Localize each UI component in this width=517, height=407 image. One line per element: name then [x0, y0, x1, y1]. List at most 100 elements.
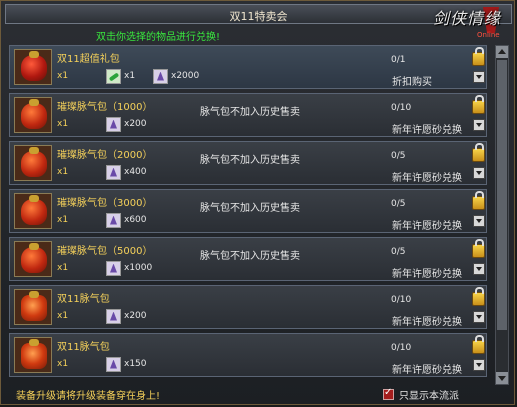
item-note: 脉气包不加入历史售卖	[200, 155, 300, 166]
lock-icon[interactable]	[472, 191, 485, 210]
chevron-down-icon[interactable]	[473, 119, 485, 131]
item-row[interactable]: 璀璨脉气包（2000） x1 脉气包不加入历史售卖 0/5 新年许愿砂兑换 x400	[9, 141, 487, 185]
chevron-down-icon[interactable]	[473, 311, 485, 323]
item-list: 双11超值礼包 x1 0/1 折扣购买 x1 x2000 璀璨脉气包（1000） x1 脉气包不…	[9, 45, 489, 385]
item-row[interactable]: 双11脉气包 x1 0/10 新年许愿砂兑换 x200	[9, 285, 487, 329]
game-logo: 剑侠情缘 Online	[421, 1, 513, 47]
item-qty: x1	[57, 359, 69, 369]
pouch-icon	[21, 195, 47, 225]
cost-item: x2000	[153, 68, 199, 84]
item-name: 璀璨脉气包（2000）	[57, 150, 153, 161]
lock-icon[interactable]	[472, 47, 485, 66]
lock-icon[interactable]	[472, 239, 485, 258]
purchase-limit: 0/10	[391, 295, 412, 305]
cost-item: x200	[106, 116, 147, 132]
item-qty: x1	[57, 311, 69, 321]
scroll-down-button[interactable]	[496, 372, 508, 384]
cost-item: x200	[106, 308, 147, 324]
cost-value: x1	[124, 71, 136, 81]
exchange-hint: 双击你选择的物品进行兑换!	[96, 32, 221, 43]
scroll-up-button[interactable]	[496, 46, 508, 58]
lock-icon[interactable]	[472, 143, 485, 162]
chevron-down-icon[interactable]	[473, 71, 485, 83]
school-filter[interactable]: 只显示本流派	[383, 387, 459, 402]
pouch-icon	[21, 147, 47, 177]
item-note: 脉气包不加入历史售卖	[200, 107, 300, 118]
chevron-down-icon[interactable]	[473, 263, 485, 275]
item-row[interactable]: 璀璨脉气包（1000） x1 脉气包不加入历史售卖 0/10 新年许愿砂兑换 x200	[9, 93, 487, 137]
item-icon-frame[interactable]	[14, 145, 52, 181]
exchange-action[interactable]: 新年许愿砂兑换	[392, 313, 462, 328]
item-row[interactable]: 璀璨脉气包（5000） x1 脉气包不加入历史售卖 0/5 新年许愿砂兑换 x1000	[9, 237, 487, 281]
cost-value: x1000	[124, 263, 153, 273]
pouch-icon	[21, 339, 47, 369]
item-name: 双11脉气包	[57, 294, 110, 305]
pouch-icon	[21, 243, 47, 273]
item-icon-frame[interactable]	[14, 97, 52, 133]
special-sale-window: 双11特卖会 剑侠情缘 Online 双击你选择的物品进行兑换! 双11超值礼包…	[0, 0, 515, 405]
item-icon-frame[interactable]	[14, 337, 52, 373]
lock-icon[interactable]	[472, 287, 485, 306]
cost-item: x1	[106, 68, 135, 84]
lock-icon[interactable]	[472, 95, 485, 114]
filter-checkbox[interactable]	[383, 387, 394, 400]
cost-value: x200	[124, 119, 147, 129]
chevron-down-icon[interactable]	[473, 215, 485, 227]
item-row[interactable]: 双11脉气包 x1 0/10 新年许愿砂兑换 x150	[9, 333, 487, 377]
cost-item: x150	[106, 356, 147, 372]
logo-text: 剑侠情缘	[432, 9, 501, 28]
cost-value: x150	[124, 359, 147, 369]
item-qty: x1	[57, 119, 69, 129]
logo-subtitle: Online	[477, 31, 500, 39]
item-name: 璀璨脉气包（1000）	[57, 102, 153, 113]
purchase-limit: 0/10	[391, 103, 412, 113]
item-note: 脉气包不加入历史售卖	[200, 203, 300, 214]
item-icon-frame[interactable]	[14, 241, 52, 277]
chevron-down-icon[interactable]	[473, 167, 485, 179]
cost-value: x2000	[171, 71, 200, 81]
scrollbar[interactable]	[495, 45, 509, 385]
crystal-icon	[106, 260, 121, 276]
item-name: 双11脉气包	[57, 342, 110, 353]
crystal-icon	[106, 212, 121, 228]
chevron-down-icon[interactable]	[473, 359, 485, 371]
item-row[interactable]: 双11超值礼包 x1 0/1 折扣购买 x1 x2000	[9, 45, 487, 89]
exchange-action[interactable]: 新年许愿砂兑换	[392, 265, 462, 280]
purchase-limit: 0/5	[391, 199, 406, 209]
equip-upgrade-tip: 装备升级请将升级装备穿在身上!	[16, 391, 161, 402]
exchange-action[interactable]: 新年许愿砂兑换	[392, 217, 462, 232]
item-qty: x1	[57, 215, 69, 225]
pouch-icon	[21, 51, 47, 81]
crystal-icon	[153, 68, 168, 84]
exchange-action[interactable]: 折扣购买	[392, 73, 432, 88]
item-icon-frame[interactable]	[14, 193, 52, 229]
cost-item: x600	[106, 212, 147, 228]
purchase-limit: 0/5	[391, 247, 406, 257]
cost-value: x600	[124, 215, 147, 225]
pouch-icon	[21, 291, 47, 321]
item-name: 璀璨脉气包（5000）	[57, 246, 153, 257]
cost-item: x400	[106, 164, 147, 180]
pouch-icon	[21, 99, 47, 129]
item-row[interactable]: 璀璨脉气包（3000） x1 脉气包不加入历史售卖 0/5 新年许愿砂兑换 x600	[9, 189, 487, 233]
exchange-action[interactable]: 新年许愿砂兑换	[392, 121, 462, 136]
item-name: 璀璨脉气包（3000）	[57, 198, 153, 209]
cost-value: x400	[124, 167, 147, 177]
item-name: 双11超值礼包	[57, 54, 120, 65]
purchase-limit: 0/10	[391, 343, 412, 353]
crystal-icon	[106, 116, 121, 132]
exchange-action[interactable]: 新年许愿砂兑换	[392, 169, 462, 184]
item-icon-frame[interactable]	[14, 289, 52, 325]
crystal-icon	[106, 164, 121, 180]
item-icon-frame[interactable]	[14, 49, 52, 85]
lock-icon[interactable]	[472, 335, 485, 354]
crystal-icon	[106, 308, 121, 324]
item-qty: x1	[57, 263, 69, 273]
scroll-thumb[interactable]	[497, 60, 507, 330]
filter-label: 只显示本流派	[399, 391, 459, 402]
purchase-limit: 0/5	[391, 151, 406, 161]
item-qty: x1	[57, 167, 69, 177]
cost-value: x200	[124, 311, 147, 321]
exchange-action[interactable]: 新年许愿砂兑换	[392, 361, 462, 376]
item-qty: x1	[57, 71, 69, 81]
